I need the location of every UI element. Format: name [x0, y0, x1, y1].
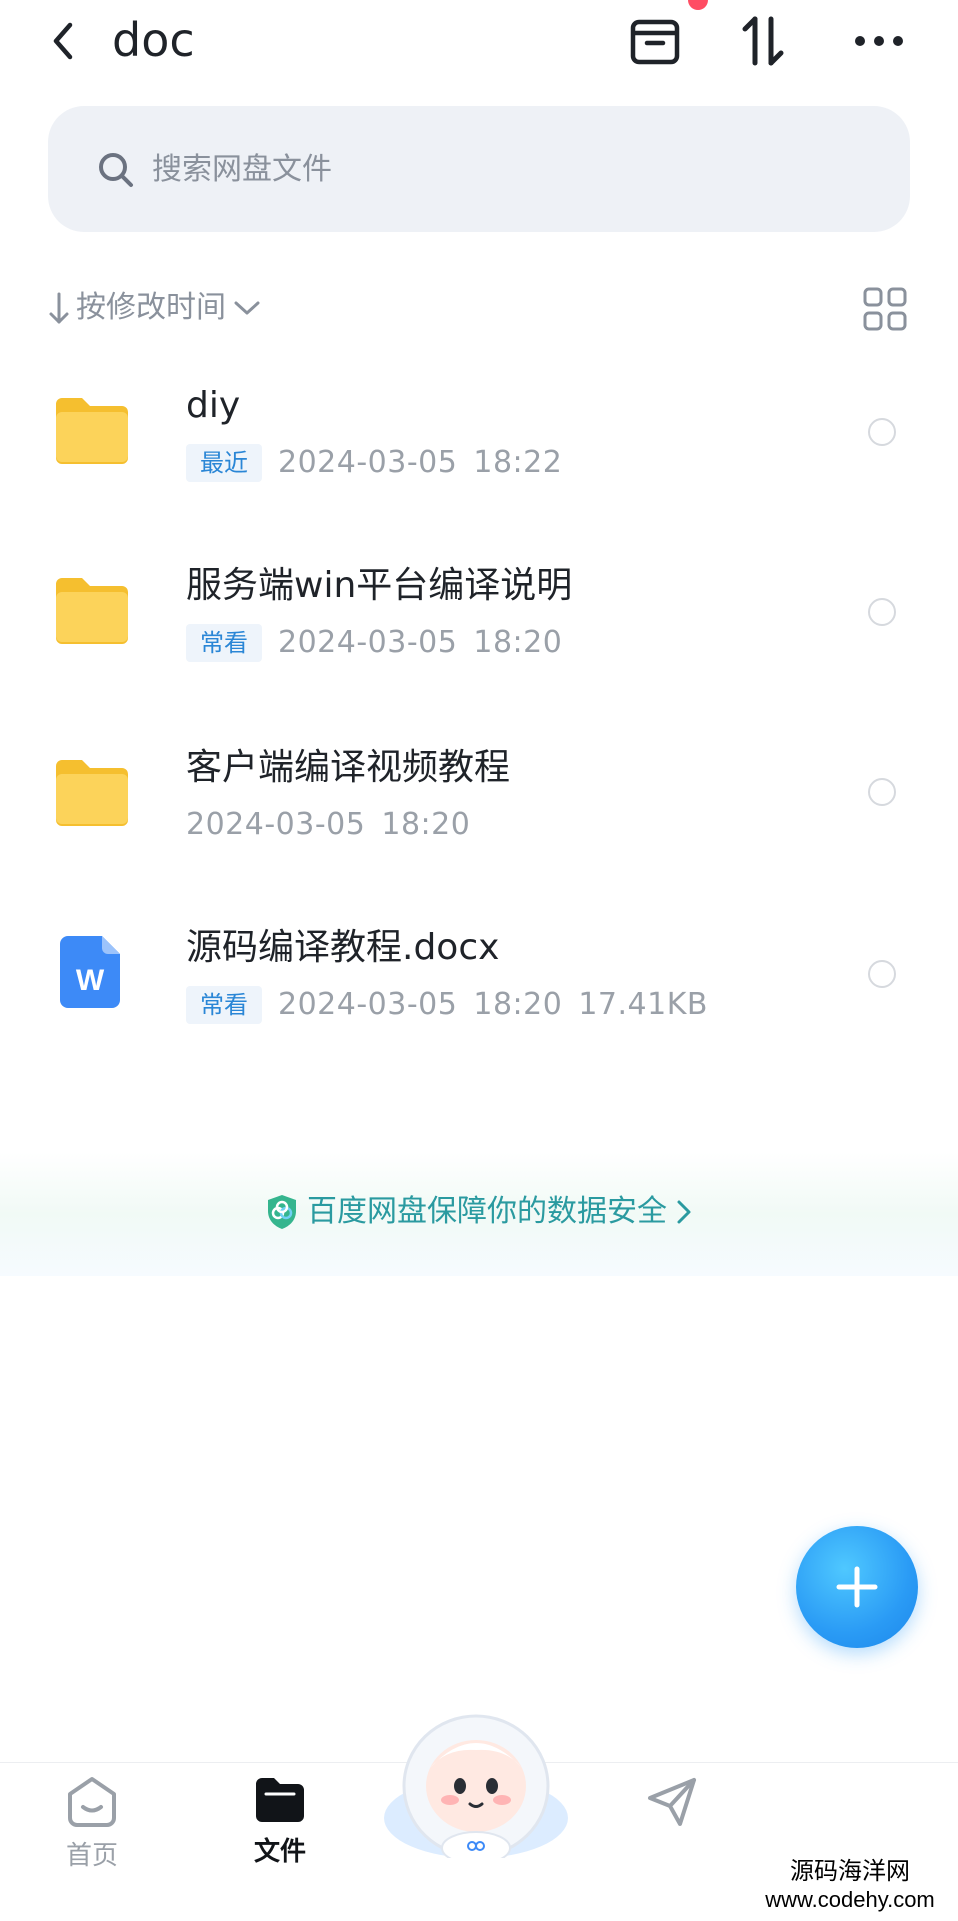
file-meta: 常看 2024-03-05 18:20: [186, 622, 562, 664]
archive-icon: [630, 19, 680, 65]
file-meta: 2024-03-05 18:20: [186, 804, 470, 846]
file-time: 18:20: [473, 625, 563, 660]
file-time: 18:22: [473, 445, 563, 480]
file-meta: 最近 2024-03-05 18:22: [186, 442, 562, 484]
select-checkbox[interactable]: [868, 418, 896, 446]
mascot-button[interactable]: [376, 1708, 576, 1865]
file-row[interactable]: [0, 892, 958, 1052]
svg-text:W: W: [76, 964, 105, 997]
file-name: 服务端win平台编译说明: [186, 565, 573, 606]
file-meta: 常看 2024-03-05 18:20 17.41KB: [186, 984, 708, 1026]
frequent-tag: 常看: [186, 986, 262, 1024]
nav-share[interactable]: [632, 1774, 712, 1830]
folder-tab-icon: [256, 1778, 304, 1822]
grid-view-icon: [863, 287, 907, 331]
chevron-down-icon: [234, 301, 260, 315]
file-row[interactable]: [0, 712, 958, 872]
sort-label: 按修改时间: [76, 290, 226, 325]
grid-view-button[interactable]: [862, 286, 908, 332]
folder-icon: [50, 568, 134, 652]
sort-selector[interactable]: 按修改时间: [48, 286, 262, 330]
select-checkbox[interactable]: [868, 960, 896, 988]
transfer-button[interactable]: [728, 6, 798, 76]
file-name: 客户端编译视频教程: [186, 747, 511, 788]
mascot-icon: [384, 1714, 568, 1865]
watermark-line1: 源码海洋网: [790, 1857, 910, 1885]
security-banner-link[interactable]: 百度网盘保障你的数据安全: [0, 1188, 958, 1236]
archive-button[interactable]: [620, 6, 690, 76]
more-icon: [855, 36, 903, 46]
watermark-line2: www.codehy.com: [765, 1887, 935, 1912]
home-icon: [68, 1777, 116, 1827]
file-time: 18:20: [473, 987, 563, 1022]
file-name: diy: [186, 385, 241, 426]
security-banner-text: 百度网盘保障你的数据安全: [307, 1194, 667, 1229]
page-title: doc: [112, 13, 195, 67]
watermark: 源码海洋网 www.codehy.com: [742, 1856, 958, 1914]
file-time: 18:20: [381, 807, 471, 842]
file-date: 2024-03-05: [278, 987, 458, 1022]
sort-down-arrow-icon: [49, 292, 69, 324]
folder-icon: [50, 388, 134, 472]
more-button[interactable]: [844, 6, 914, 76]
transfer-sort-icon: [742, 16, 784, 66]
file-name: 源码编译教程.docx: [186, 927, 500, 968]
file-date: 2024-03-05: [278, 445, 458, 480]
add-button[interactable]: [796, 1526, 918, 1648]
file-date: 2024-03-05: [186, 807, 366, 842]
nav-home[interactable]: 首页: [52, 1774, 132, 1874]
nav-home-label: 首页: [65, 1841, 118, 1871]
select-checkbox[interactable]: [868, 598, 896, 626]
file-row[interactable]: [0, 350, 958, 510]
word-doc-icon: W: [50, 930, 134, 1014]
search-placeholder: 搜索网盘文件: [152, 152, 332, 187]
back-icon: [53, 22, 73, 60]
select-checkbox[interactable]: [868, 778, 896, 806]
shield-icon: [268, 1195, 296, 1229]
file-size: 17.41KB: [578, 987, 708, 1022]
frequent-tag: 常看: [186, 624, 262, 662]
folder-icon: [50, 750, 134, 834]
nav-files[interactable]: 文件: [240, 1774, 320, 1870]
file-date: 2024-03-05: [278, 625, 458, 660]
chevron-right-icon: [677, 1200, 691, 1224]
file-row[interactable]: [0, 530, 958, 690]
plus-icon: [836, 1566, 878, 1608]
back-button[interactable]: [38, 14, 88, 68]
nav-files-label: 文件: [253, 1837, 306, 1867]
search-icon: [99, 153, 133, 187]
recent-tag: 最近: [186, 444, 262, 482]
paper-plane-icon: [648, 1778, 696, 1826]
